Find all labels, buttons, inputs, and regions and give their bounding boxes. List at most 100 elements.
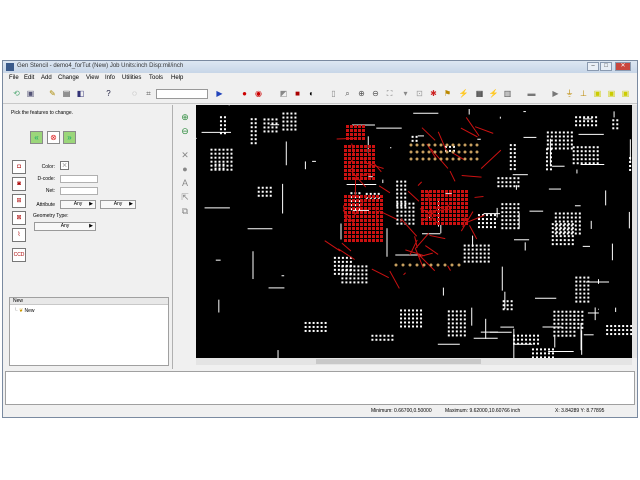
menu-info[interactable]: Info [105, 74, 115, 83]
marker-icon[interactable]: ⊥ [578, 88, 589, 99]
pcb-pad-highlighted [352, 169, 355, 172]
net-input[interactable] [60, 187, 98, 195]
yellow-grid-icon[interactable]: ▣ [606, 88, 617, 99]
pcb-pad [622, 325, 625, 328]
zoom-out-green-icon[interactable]: ⊖ [179, 125, 191, 137]
scrollbar-thumb[interactable] [316, 359, 481, 364]
message-console[interactable] [5, 371, 635, 405]
ccd-icon[interactable]: CCD [12, 248, 26, 262]
title-bar[interactable]: Gen Stencil - demo4_forTut (New) Job Uni… [3, 61, 637, 73]
maximize-button[interactable]: □ [600, 62, 612, 71]
forward-icon[interactable]: ▶ [550, 88, 561, 99]
menu-change[interactable]: Change [58, 74, 79, 83]
zoom-icon[interactable]: ⌕ [342, 88, 353, 99]
pcb-pad-highlighted [350, 129, 353, 132]
pad-icon[interactable]: ● [179, 163, 191, 175]
pcb-pad-highlighted [372, 215, 375, 218]
select-mode-icon[interactable]: ● [239, 88, 250, 99]
pcb-pad [569, 326, 572, 329]
attribute-dropdown-1[interactable]: Any ▶ [60, 200, 96, 209]
print-icon[interactable]: ▤ [61, 88, 72, 99]
pcb-pad-highlighted [356, 161, 359, 164]
pcb-canvas[interactable] [196, 105, 632, 358]
pcb-pad [400, 192, 403, 195]
menu-view[interactable]: View [86, 74, 99, 83]
copy-icon[interactable]: ⧉ [179, 205, 191, 217]
zoom-in-icon[interactable]: ⊕ [356, 88, 367, 99]
highlight-icon[interactable]: ◉ [253, 88, 264, 99]
app-icon [6, 63, 14, 71]
select-trace-icon[interactable]: ⌇ [12, 228, 26, 242]
analysis-icon[interactable]: ▥ [502, 88, 513, 99]
snap-grid-icon[interactable]: ⊡ [414, 88, 425, 99]
pcb-pad [483, 248, 486, 251]
measure-icon[interactable]: ▾ [400, 88, 411, 99]
feature-icon[interactable]: ■ [292, 88, 303, 99]
snap-icon[interactable]: ◌ [129, 88, 140, 99]
menu-file[interactable]: File [9, 74, 19, 83]
page-icon[interactable]: ▯ [328, 88, 339, 99]
export-icon[interactable]: ◧ [75, 88, 86, 99]
close-button[interactable]: ✕ [615, 62, 631, 71]
delete-icon[interactable]: ✕ [179, 149, 191, 161]
pcb-pad [404, 188, 407, 191]
pcb-pad-highlighted [344, 145, 347, 148]
dcode-input[interactable] [60, 175, 98, 183]
pcb-pad [592, 162, 595, 165]
pcb-via [475, 157, 479, 161]
horizontal-scrollbar[interactable] [196, 358, 632, 365]
zoom-fit-icon[interactable]: ⛶ [384, 88, 395, 99]
zoom-out-icon[interactable]: ⊖ [370, 88, 381, 99]
help-pointer-icon[interactable]: ? [103, 88, 114, 99]
pcb-pad-highlighted [352, 219, 355, 222]
vertical-scrollbar[interactable] [632, 105, 637, 358]
pcb-pad [404, 206, 407, 209]
pcb-pad [396, 188, 399, 191]
pcb-pad [400, 309, 403, 312]
pcb-pad [267, 126, 270, 129]
ground-icon[interactable]: ⏚ [564, 88, 575, 99]
open-icon[interactable]: ⟲ [11, 88, 22, 99]
select-pads-icon[interactable]: ⊠ [12, 211, 26, 225]
pcb-pad-highlighted [358, 125, 361, 128]
pcb-pad [553, 322, 556, 325]
pcb-pad [506, 308, 509, 311]
minimize-button[interactable]: – [587, 62, 599, 71]
pcb-pad-highlighted [348, 161, 351, 164]
layer-select[interactable] [156, 89, 208, 99]
flash-icon[interactable]: ⚡ [488, 88, 499, 99]
text-icon[interactable]: A [179, 177, 191, 189]
route-icon[interactable]: ⚡ [458, 88, 469, 99]
pcb-pad-highlighted [362, 133, 365, 136]
menu-tools[interactable]: Tools [149, 74, 163, 83]
stack-icon[interactable]: ▬ [526, 88, 537, 99]
pcb-pad-highlighted [348, 173, 351, 176]
geometry-type-dropdown[interactable]: Any ▶ [34, 222, 96, 231]
netlist-icon[interactable]: ⚑ [442, 88, 453, 99]
yellow-layers-icon[interactable]: ▣ [620, 88, 631, 99]
yellow-box-icon[interactable]: ▣ [592, 88, 603, 99]
move-icon[interactable]: ⇱ [179, 191, 191, 203]
menu-utilities[interactable]: Utilities [122, 74, 141, 83]
drc-icon[interactable]: ✱ [428, 88, 439, 99]
play-icon[interactable]: ▶ [214, 88, 225, 99]
previous-button[interactable]: « [30, 131, 43, 144]
pcb-pad [546, 143, 549, 146]
cancel-button[interactable]: ⊗ [47, 131, 60, 144]
grid-icon[interactable]: ⌗ [143, 88, 154, 99]
next-button[interactable]: » [63, 131, 76, 144]
menu-edit[interactable]: Edit [24, 74, 34, 83]
tree-item[interactable]: └ ❦ New [14, 308, 35, 314]
edit-icon[interactable]: ✎ [47, 88, 58, 99]
pcb-pad-highlighted [360, 149, 363, 152]
menu-add[interactable]: Add [41, 74, 52, 83]
contrast-icon[interactable]: ◐ [306, 88, 317, 99]
pcb-pad-highlighted [429, 222, 432, 225]
layer-icon[interactable]: ◩ [278, 88, 289, 99]
menu-help[interactable]: Help [171, 74, 183, 83]
info-icon[interactable]: ▦ [474, 88, 485, 99]
attribute-dropdown-2[interactable]: Any ▶ [100, 200, 136, 209]
color-picker[interactable]: ⨯ [60, 161, 69, 170]
zoom-in-green-icon[interactable]: ⊕ [179, 111, 191, 123]
save-icon[interactable]: ▣ [25, 88, 36, 99]
